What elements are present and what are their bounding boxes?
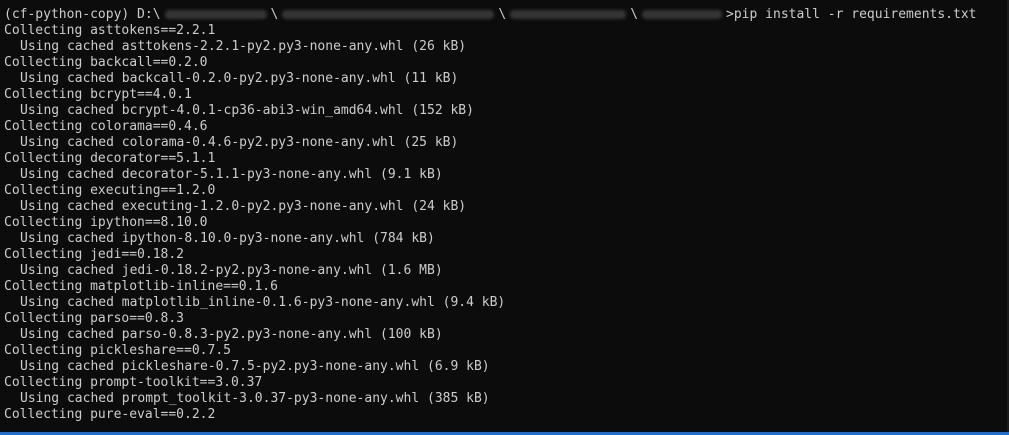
collecting-line: Collecting asttokens==2.2.1: [4, 23, 216, 38]
collecting-line: Collecting matplotlib-inline==0.1.6: [4, 279, 278, 294]
redacted-path-segment: [164, 10, 267, 19]
path-separator: \: [270, 7, 279, 22]
collecting-line: Collecting colorama==0.4.6: [4, 119, 208, 134]
collecting-line: Collecting pure-eval==0.2.2: [4, 407, 216, 422]
collecting-line: Collecting parso==0.8.3: [4, 311, 185, 326]
cached-wheel-line: Using cached pickleshare-0.7.5-py2.py3-n…: [20, 359, 490, 374]
path-separator: \: [498, 7, 507, 22]
cached-wheel-line: Using cached prompt_toolkit-3.0.37-py3-n…: [20, 391, 490, 406]
path-separator: \: [630, 7, 639, 22]
command-prompt-line: (cf-python-copy) D:\ \ \ \ >pip install -r r…: [4, 7, 1009, 23]
cached-wheel-line: Using cached colorama-0.4.6-py2.py3-none…: [20, 135, 459, 150]
collecting-line: Collecting pickleshare==0.7.5: [4, 343, 231, 358]
redacted-path-segment: [642, 10, 723, 19]
cached-wheel-line: Using cached matplotlib_inline-0.1.6-py3…: [20, 295, 506, 310]
typed-command: >pip install -r requirements.txt: [726, 7, 977, 22]
redacted-path-segment: [510, 10, 627, 19]
collecting-line: Collecting jedi==0.18.2: [4, 247, 185, 262]
collecting-line: Collecting ipython==8.10.0: [4, 215, 208, 230]
cached-wheel-line: Using cached backcall-0.2.0-py2.py3-none…: [20, 71, 459, 86]
collecting-line: Collecting decorator==5.1.1: [4, 151, 216, 166]
cached-wheel-line: Using cached bcrypt-4.0.1-cp36-abi3-win_…: [20, 103, 474, 118]
cached-wheel-line: Using cached decorator-5.1.1-py3-none-an…: [20, 167, 443, 182]
prompt-env-path: (cf-python-copy) D:\: [4, 7, 161, 22]
terminal-window[interactable]: (cf-python-copy) D:\ \ \ \ >pip install -r r…: [0, 0, 1009, 435]
redacted-path-segment: [282, 10, 495, 19]
cached-wheel-line: Using cached asttokens-2.2.1-py2.py3-non…: [20, 39, 467, 54]
cached-wheel-line: Using cached executing-1.2.0-py2.py3-non…: [20, 199, 467, 214]
pip-output-lines: Collecting asttokens==2.2.1 Using cached …: [4, 23, 1009, 423]
cached-wheel-line: Using cached jedi-0.18.2-py2.py3-none-an…: [20, 263, 443, 278]
terminal-output: (cf-python-copy) D:\ \ \ \ >pip install -r r…: [4, 7, 1009, 423]
collecting-line: Collecting executing==1.2.0: [4, 183, 216, 198]
cached-wheel-line: Using cached ipython-8.10.0-py3-none-any…: [20, 231, 435, 246]
collecting-line: Collecting backcall==0.2.0: [4, 55, 208, 70]
cached-wheel-line: Using cached parso-0.8.3-py2.py3-none-an…: [20, 327, 443, 342]
collecting-line: Collecting bcrypt==4.0.1: [4, 87, 192, 102]
collecting-line: Collecting prompt-toolkit==3.0.37: [4, 375, 263, 390]
